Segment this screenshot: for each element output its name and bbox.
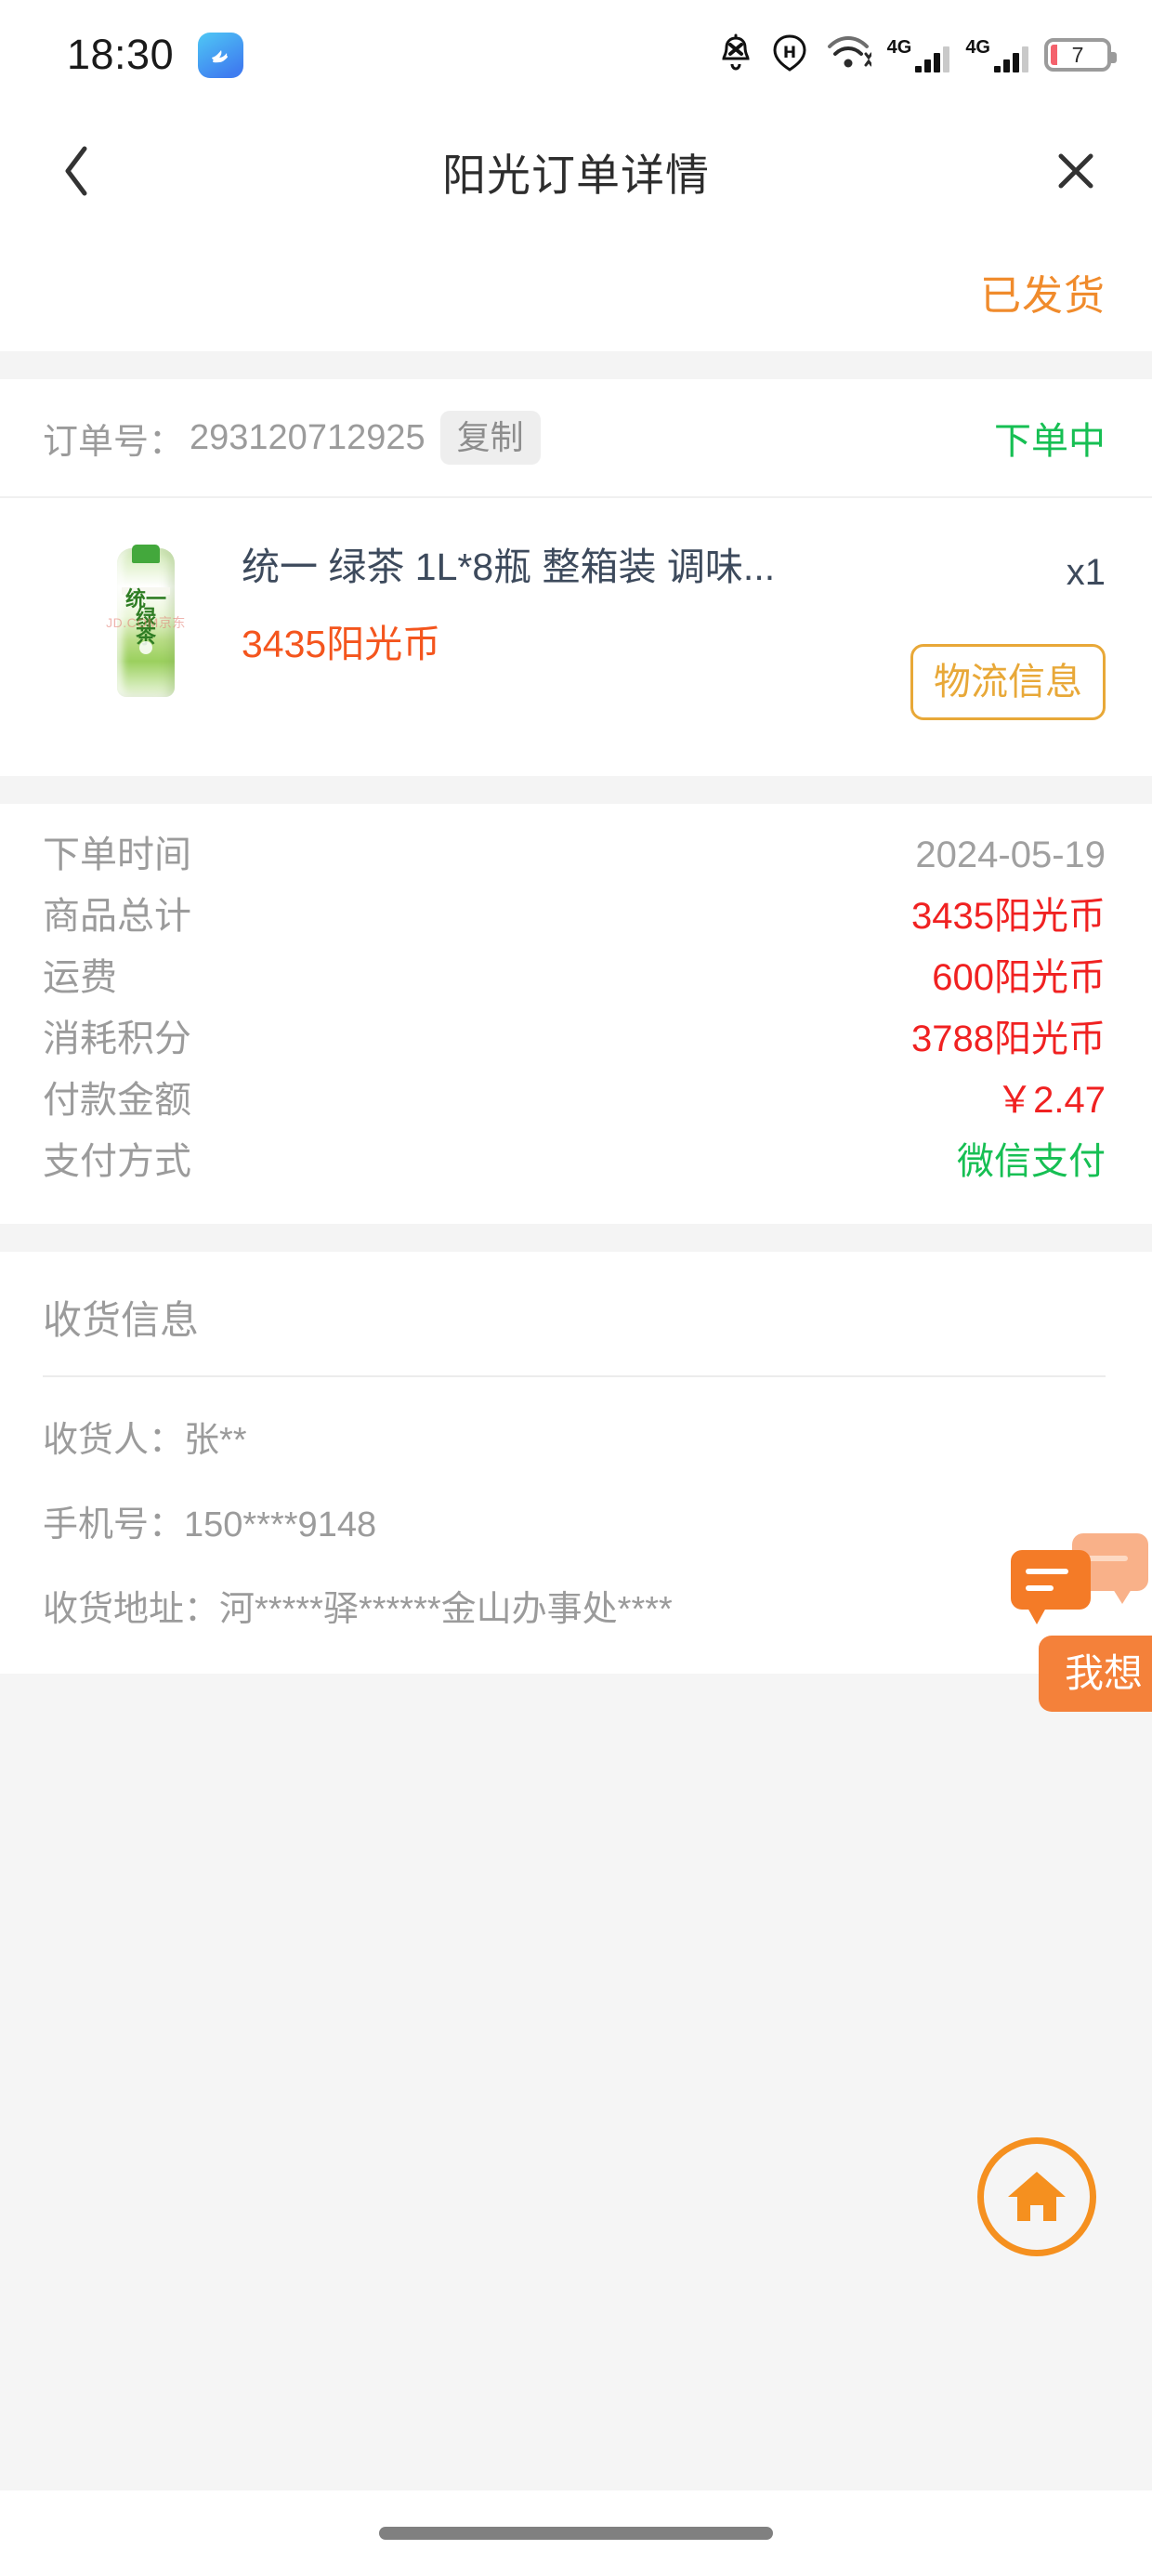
home-indicator[interactable] — [379, 2527, 773, 2540]
table-row: 付款金额 ￥2.47 — [43, 1070, 1106, 1131]
summary-label: 支付方式 — [43, 1141, 191, 1182]
summary-value: 3435阳光币 — [911, 896, 1106, 937]
home-fab-button[interactable] — [977, 2137, 1096, 2256]
weather-app-icon — [198, 32, 244, 78]
product-quantity: x1 — [1066, 552, 1106, 593]
bottle-cap — [132, 545, 160, 563]
order-status-strip: 已发货 — [0, 232, 1152, 351]
summary-value: ￥2.47 — [996, 1080, 1106, 1121]
table-row: 下单时间 2024-05-19 — [43, 824, 1106, 886]
table-row: 商品总计 3435阳光币 — [43, 886, 1106, 947]
order-number-label: 订单号： — [43, 422, 185, 462]
bottle-flower-icon — [139, 641, 152, 654]
status-bar-left: 18:30 — [67, 31, 244, 79]
section-gap-2 — [0, 776, 1152, 804]
home-icon — [1008, 2172, 1066, 2221]
summary-value: 600阳光币 — [932, 957, 1106, 998]
copy-order-number-button[interactable]: 复制 — [439, 411, 541, 465]
bell-mute-icon — [717, 33, 754, 77]
summary-label: 运费 — [43, 957, 117, 998]
receiver-address: 收货地址：河*****驿******金山办事处**** — [43, 1590, 673, 1629]
logistics-info-button[interactable]: 物流信息 — [910, 644, 1106, 720]
title-bar: 阳光订单详情 — [0, 110, 1152, 232]
product-side-column: x1 物流信息 — [883, 545, 1106, 720]
chat-cta-button[interactable]: 我想 — [1038, 1636, 1152, 1713]
thumbnail-watermark: JD.COM京东 — [106, 615, 186, 630]
chat-widget[interactable]: 我想 — [994, 1533, 1152, 1713]
table-row: 消耗积分 3788阳光币 — [43, 1008, 1106, 1070]
receiver-info: 收货信息 收货人：张** 手机号：150****9148 收货地址：河*****… — [0, 1252, 1152, 1674]
product-info: 统一 绿茶 1L*8瓶 整箱装 调味... 3435阳光币 — [201, 545, 883, 720]
table-row: 运费 600阳光币 — [43, 947, 1106, 1008]
section-gap-1 — [0, 351, 1152, 379]
summary-label: 商品总计 — [43, 896, 191, 937]
order-summary-list: 下单时间 2024-05-19 商品总计 3435阳光币 运费 600阳光币 消… — [0, 804, 1152, 1224]
order-status-badge: 已发货 — [980, 273, 1106, 319]
section-gap-3 — [0, 1224, 1152, 1252]
status-bar: 18:30 H 4G 4G 7 — [0, 0, 1152, 110]
summary-value: 微信支付 — [957, 1141, 1106, 1182]
product-thumbnail[interactable]: 统一绿茶 JD.COM京东 — [91, 545, 201, 703]
chat-bubble-front-icon — [1011, 1550, 1091, 1624]
sim1-network-label: 4G — [886, 36, 912, 58]
product-title: 统一 绿茶 1L*8瓶 整箱装 调味... — [242, 545, 776, 588]
close-icon — [1058, 153, 1093, 189]
sim2-network-label: 4G — [965, 36, 990, 58]
battery-icon: 7 — [1044, 38, 1117, 72]
summary-label: 付款金额 — [43, 1080, 191, 1121]
summary-label: 消耗积分 — [43, 1019, 191, 1059]
receiver-name: 收货人：张** — [43, 1421, 247, 1460]
order-card: 订单号： 293120712925 复制 下单中 统一绿茶 JD.COM京东 统… — [0, 379, 1152, 776]
receiver-info-card: 收货信息 收货人：张** 手机号：150****9148 收货地址：河*****… — [0, 1252, 1152, 1674]
order-substate-label: 下单中 — [994, 421, 1106, 462]
order-number-row: 订单号： 293120712925 复制 下单中 — [0, 379, 1152, 498]
receiver-phone: 手机号：150****9148 — [43, 1505, 377, 1544]
summary-value: 3788阳光币 — [911, 1019, 1106, 1059]
page-title: 阳光订单详情 — [442, 150, 710, 200]
table-row: 支付方式 微信支付 — [43, 1131, 1106, 1192]
chevron-left-icon — [65, 146, 87, 196]
sim2-signal-icon: 4G — [965, 38, 1028, 72]
wifi-icon — [825, 33, 873, 77]
system-navigation-bar — [0, 2491, 1152, 2576]
back-button[interactable] — [48, 143, 104, 199]
order-summary-card: 下单时间 2024-05-19 商品总计 3435阳光币 运费 600阳光币 消… — [0, 804, 1152, 1224]
product-price: 3435阳光币 — [242, 623, 441, 666]
receiver-section-title: 收货信息 — [43, 1289, 1106, 1377]
battery-percent-label: 7 — [1071, 42, 1084, 67]
svg-text:H: H — [783, 44, 796, 62]
sim1-signal-icon: 4G — [887, 38, 950, 72]
status-bar-clock: 18:30 — [67, 31, 175, 78]
product-row[interactable]: 统一绿茶 JD.COM京东 统一 绿茶 1L*8瓶 整箱装 调味... 3435… — [0, 498, 1152, 776]
status-bar-right: H 4G 4G 7 — [717, 33, 1117, 77]
summary-value: 2024-05-19 — [915, 835, 1106, 875]
close-button[interactable] — [1048, 143, 1104, 199]
summary-label: 下单时间 — [43, 835, 191, 875]
order-number-value: 293120712925 — [190, 417, 425, 457]
network-type-icon: H — [770, 33, 809, 77]
